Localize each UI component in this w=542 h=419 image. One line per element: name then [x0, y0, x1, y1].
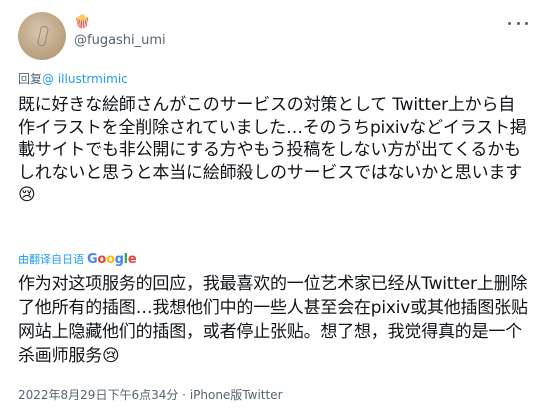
tweet-metadata: 2022年8月29日下午6点34分 · iPhone版Twitter: [18, 386, 283, 403]
author-avatar[interactable]: [18, 12, 66, 60]
translated-from-link[interactable]: 由翻译自日语: [18, 251, 84, 267]
author-info: 🍿 @fugashi_umi: [74, 15, 166, 50]
reply-context: 回复@ illustrmimic: [18, 70, 128, 87]
avatar-image-detail: [37, 25, 49, 47]
tweet-source: iPhone版Twitter: [189, 388, 283, 402]
more-dot: [508, 21, 511, 25]
metadata-separator: ·: [178, 388, 190, 402]
author-emoji-badge: 🍿: [74, 15, 91, 30]
reply-mention-link[interactable]: @ illustrmimic: [42, 72, 128, 86]
more-dot: [525, 21, 528, 25]
google-logo: Google: [87, 251, 137, 267]
reply-prefix: 回复: [18, 72, 43, 86]
translated-tweet-text: 作为对这项服务的回应，我最喜欢的一位艺术家已经从Twitter上删除了他所有的插…: [18, 274, 528, 366]
tweet-text: 既に好きな絵師さんがこのサービスの対策として Twitter上から自作イラストを…: [18, 95, 527, 205]
more-dot: [516, 21, 520, 25]
translation-attribution: 由翻译自日语 Google: [18, 251, 137, 267]
author-handle[interactable]: @fugashi_umi: [74, 32, 166, 50]
more-options-icon[interactable]: [508, 18, 528, 28]
tweet-timestamp[interactable]: 2022年8月29日下午6点34分: [18, 388, 178, 402]
